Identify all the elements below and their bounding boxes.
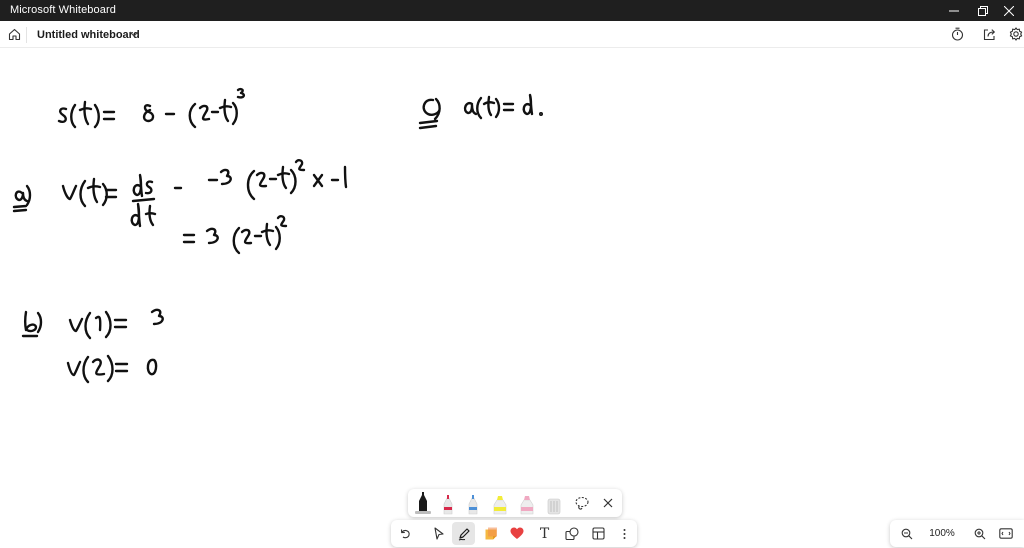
blue-pen-icon	[468, 495, 478, 515]
app-header: Untitled whiteboard	[0, 21, 1024, 48]
reactions-heart-icon	[510, 527, 523, 539]
templates-button[interactable]	[587, 522, 610, 545]
home-icon	[8, 28, 20, 40]
timer-button[interactable]	[946, 23, 968, 45]
handwriting-ink	[12, 88, 544, 384]
zoom-level[interactable]: 100%	[926, 528, 958, 540]
eraser-icon	[547, 498, 561, 515]
black-pen[interactable]	[414, 491, 432, 515]
share-button[interactable]	[978, 23, 1000, 45]
ink-line-part-b-v2	[66, 354, 158, 384]
restore-icon	[978, 5, 988, 16]
timer-icon	[951, 27, 963, 41]
zoom-in-icon	[974, 528, 985, 539]
close-icon	[603, 498, 613, 508]
close-pen-tray-button[interactable]	[599, 491, 617, 515]
zoom-out-button[interactable]	[895, 522, 918, 545]
select-tool-button[interactable]	[427, 522, 450, 545]
settings-button[interactable]	[1005, 23, 1024, 45]
ink-line-part-b-v1	[21, 308, 164, 340]
black-pen-icon	[415, 492, 431, 514]
undo-icon	[400, 528, 410, 538]
sticky-note-icon	[485, 527, 497, 539]
minimize-icon	[949, 10, 959, 11]
ink-line-simplified	[182, 215, 288, 255]
settings-icon	[1009, 27, 1023, 41]
select-arrow-icon	[433, 527, 444, 540]
text-tool-button[interactable]: T	[533, 522, 556, 545]
whiteboard-app: Microsoft Whiteboard Untitled whiteboard	[0, 0, 1024, 548]
red-pen-icon	[443, 495, 453, 515]
pink-highlighter[interactable]	[518, 491, 536, 515]
whiteboard-canvas[interactable]	[0, 48, 1024, 548]
chevron-down-icon[interactable]	[129, 30, 139, 38]
zoom-out-icon	[901, 528, 912, 539]
undo-button[interactable]	[393, 522, 416, 545]
yellow-highlighter[interactable]	[491, 491, 509, 515]
shapes-button[interactable]	[560, 522, 583, 545]
window-title: Microsoft Whiteboard	[10, 4, 116, 16]
share-icon	[983, 28, 995, 40]
fit-to-screen-icon	[998, 528, 1013, 539]
pen-tool-button[interactable]	[452, 522, 475, 545]
header-divider	[26, 27, 27, 43]
pen-icon	[458, 527, 470, 540]
pen-tray	[408, 489, 622, 517]
home-button[interactable]	[3, 23, 25, 45]
red-pen[interactable]	[439, 491, 457, 515]
highlighter-icon	[493, 496, 507, 515]
zoom-control: 100%	[890, 520, 1024, 547]
text-icon: T	[539, 525, 550, 542]
ink-line-part-a	[12, 159, 348, 228]
close-window-button[interactable]	[993, 0, 1024, 21]
ink-line-part-c	[418, 93, 544, 130]
lasso-icon	[575, 496, 589, 510]
zoom-in-button[interactable]	[968, 522, 991, 545]
main-toolbar: T	[391, 520, 637, 547]
board-title[interactable]: Untitled whiteboard	[37, 28, 140, 42]
sticky-note-button[interactable]	[479, 522, 502, 545]
fit-to-screen-button[interactable]	[994, 522, 1017, 545]
window-title-bar: Microsoft Whiteboard	[0, 0, 1024, 21]
lasso-select-button[interactable]	[573, 491, 591, 515]
shapes-icon	[564, 526, 579, 540]
blue-pen[interactable]	[464, 491, 482, 515]
more-options-button[interactable]	[613, 522, 636, 545]
highlighter-icon	[520, 496, 534, 515]
eraser[interactable]	[545, 491, 563, 515]
more-vertical-icon	[623, 528, 626, 539]
close-icon	[1004, 5, 1014, 16]
reactions-button[interactable]	[505, 522, 528, 545]
templates-icon	[592, 527, 605, 540]
minimize-button[interactable]	[938, 0, 970, 21]
ink-line-s-of-t	[57, 88, 245, 129]
